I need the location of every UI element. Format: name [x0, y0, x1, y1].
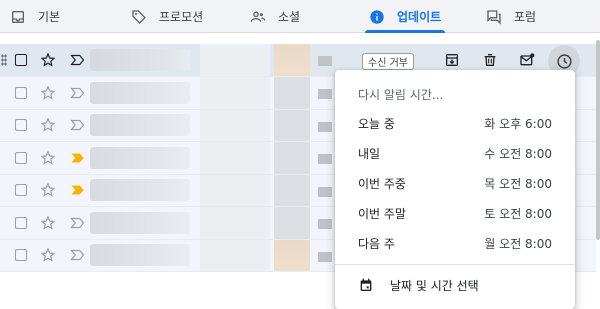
snooze-option-later-today[interactable]: 오늘 중 화 오후 6:00 [335, 108, 575, 138]
tab-label: 포럼 [514, 10, 537, 24]
star-icon[interactable] [40, 182, 56, 198]
snippet-blur [318, 219, 332, 229]
star-icon[interactable] [40, 150, 56, 166]
select-checkbox[interactable] [15, 184, 27, 197]
sender-name [90, 244, 190, 267]
calendar-icon [360, 278, 372, 291]
mark-unread-icon[interactable] [519, 52, 535, 68]
option-label: 오늘 중 [358, 116, 395, 131]
tab-promotions[interactable]: 프로모션 [131, 0, 203, 33]
option-label: 다음 주 [358, 236, 395, 251]
tab-label: 소셜 [278, 10, 301, 24]
snippet-blur [318, 251, 332, 262]
select-checkbox[interactable] [15, 151, 27, 164]
snooze-icon [556, 53, 572, 69]
tab-label: 프로모션 [159, 10, 204, 24]
subject-snippet [200, 109, 270, 141]
sender-name [90, 114, 190, 137]
option-time: 목 오전 8:00 [484, 176, 552, 191]
select-checkbox[interactable] [15, 119, 27, 132]
snippet-blur [274, 174, 310, 206]
subject-snippet [200, 207, 270, 239]
drag-handle-icon[interactable] [1, 54, 7, 66]
importance-marker-icon[interactable] [70, 249, 85, 261]
select-checkbox[interactable] [15, 249, 27, 262]
snooze-option-next-week[interactable]: 다음 주 월 오전 8:00 [335, 228, 575, 258]
tab-forums[interactable]: 포럼 [486, 0, 536, 33]
option-label: 이번 주중 [358, 176, 406, 191]
option-time: 토 오전 8:00 [484, 206, 552, 221]
pick-date-time-label: 날짜 및 시간 선택 [390, 278, 479, 293]
subject-snippet [200, 77, 270, 109]
option-label: 이번 주말 [358, 206, 406, 221]
option-label: 내일 [358, 146, 381, 161]
subject-snippet [200, 239, 270, 271]
delete-icon[interactable] [482, 52, 498, 68]
star-icon[interactable] [40, 52, 56, 68]
sender-name [90, 81, 190, 104]
option-time: 화 오후 6:00 [484, 116, 552, 131]
select-checkbox[interactable] [15, 86, 27, 99]
unsubscribe-button[interactable]: 수신 거부 [362, 53, 414, 70]
star-icon[interactable] [40, 247, 56, 263]
snippet-blur [318, 56, 332, 66]
info-icon [370, 9, 384, 24]
snippet-blur [318, 186, 332, 197]
option-time: 월 오전 8:00 [484, 236, 552, 251]
importance-marker-icon[interactable] [70, 217, 85, 229]
importance-marker-icon[interactable] [70, 87, 85, 99]
snippet-blur [274, 77, 310, 109]
tab-social[interactable]: 소셜 [250, 0, 300, 33]
sender-name [90, 211, 190, 234]
sender-name [90, 49, 190, 71]
tag-icon [132, 9, 146, 24]
sender-name [90, 146, 190, 169]
menu-divider [335, 264, 575, 265]
sender-name [90, 179, 190, 202]
star-icon[interactable] [40, 215, 56, 231]
star-icon[interactable] [40, 85, 56, 101]
snippet-blur [274, 109, 310, 141]
snippet-blur [318, 121, 332, 132]
snippet-blur [318, 154, 332, 164]
snippet-blur [318, 89, 332, 99]
tab-label: 업데이트 [397, 10, 442, 24]
snooze-menu: 다시 알림 시간... 오늘 중 화 오후 6:00 내일 수 오전 8:00 … [335, 70, 575, 309]
select-checkbox[interactable] [15, 216, 27, 229]
snippet-blur [274, 207, 310, 239]
tab-label: 기본 [38, 10, 61, 24]
star-icon[interactable] [40, 117, 56, 133]
snippet-blur [274, 142, 310, 174]
option-time: 수 오전 8:00 [484, 146, 552, 161]
importance-marker-icon[interactable] [70, 54, 85, 66]
select-checkbox[interactable] [15, 54, 27, 66]
people-icon [250, 11, 266, 22]
subject-snippet [200, 142, 270, 174]
forum-icon [487, 9, 501, 25]
subject-snippet [200, 174, 270, 206]
importance-marker-icon[interactable] [70, 152, 85, 164]
snooze-option-later-this-week[interactable]: 이번 주중 목 오전 8:00 [335, 168, 575, 198]
importance-marker-icon[interactable] [70, 184, 85, 196]
tab-updates[interactable]: 업데이트 [364, 0, 446, 33]
snooze-option-tomorrow[interactable]: 내일 수 오전 8:00 [335, 138, 575, 168]
archive-icon[interactable] [444, 52, 460, 68]
tab-primary[interactable]: 기본 [10, 0, 60, 33]
pick-date-time-option[interactable]: 날짜 및 시간 선택 [335, 270, 575, 300]
snooze-menu-title: 다시 알림 시간... [358, 88, 444, 102]
scrollbar[interactable] [596, 40, 600, 240]
inbox-icon [12, 10, 24, 23]
importance-marker-icon[interactable] [70, 119, 85, 131]
subject-snippet [200, 44, 270, 76]
snooze-option-this-weekend[interactable]: 이번 주말 토 오전 8:00 [335, 198, 575, 228]
snippet-blur [274, 239, 310, 271]
snippet-blur [274, 44, 310, 76]
category-tabs: 기본 프로모션 소셜 업데이트 포럼 [0, 0, 600, 33]
